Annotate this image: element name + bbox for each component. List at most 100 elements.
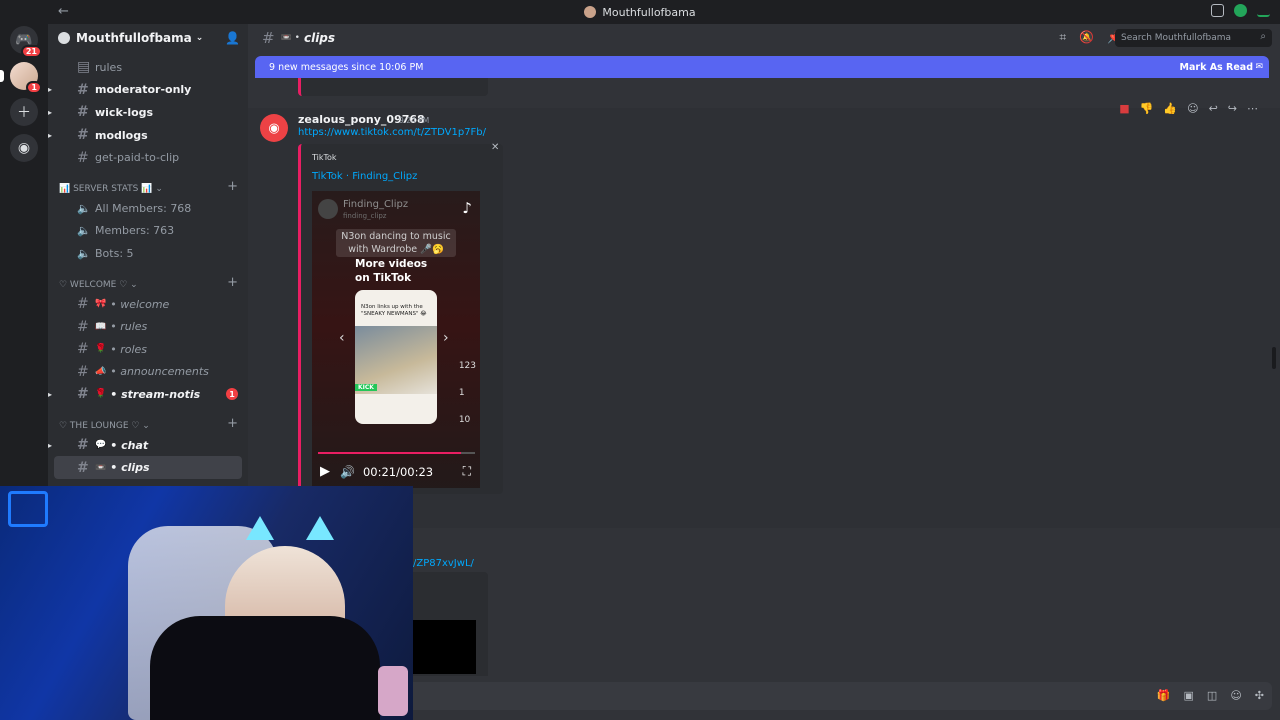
window-title: Mouthfullofbama: [602, 5, 696, 19]
direct-messages-button[interactable]: 🎮 21: [10, 26, 42, 58]
category-welcome[interactable]: ♡ WELCOME ♡ ⌄ +: [48, 271, 248, 293]
chevron-left-icon[interactable]: ‹: [339, 330, 345, 346]
channel-welcome[interactable]: # 🎀 • welcome: [48, 293, 248, 316]
back-arrow-icon[interactable]: ←: [58, 4, 69, 19]
progress-fill: [318, 452, 461, 454]
hash-icon: #: [77, 127, 89, 144]
heart-reaction-icon[interactable]: ■: [1119, 102, 1129, 115]
reply-icon[interactable]: ↩: [1209, 102, 1218, 115]
video-progress-bar[interactable]: [318, 452, 475, 454]
message-row[interactable]: ◉ zealous_pony_09768 9:24 PM https://www…: [248, 102, 1280, 528]
search-input[interactable]: Search Mouthfullofbama ⌕: [1115, 29, 1272, 47]
voice-all-members[interactable]: 🔈 All Members: 768: [48, 197, 248, 220]
mention-badge: 1: [226, 388, 238, 401]
message-link-2[interactable]: /ZP87xvJwL/: [413, 558, 474, 569]
more-options-icon[interactable]: ⋯: [1247, 102, 1258, 115]
voice-bots[interactable]: 🔈 Bots: 5: [48, 242, 248, 265]
server-icon-mouthfullofbama[interactable]: 1: [0, 62, 42, 94]
unread-indicator: ▸: [48, 107, 53, 117]
threads-icon[interactable]: ⌗: [1059, 30, 1066, 45]
chevron-right-icon[interactable]: ›: [443, 330, 449, 346]
channel-rules[interactable]: # 📖 • rules: [48, 315, 248, 338]
mark-as-read-button[interactable]: Mark As Read: [1180, 62, 1253, 73]
new-messages-bar[interactable]: 9 new messages since 10:06 PM Mark As Re…: [255, 56, 1269, 78]
help-icon[interactable]: [1234, 4, 1247, 17]
unread-indicator: ▸: [48, 440, 53, 450]
video-channel-name: Finding_Clipz: [343, 199, 409, 210]
unread-indicator: ▸: [48, 85, 53, 95]
second-embed: [410, 572, 488, 682]
volume-icon[interactable]: 🔊: [340, 465, 355, 479]
hash-icon: #: [77, 81, 89, 98]
embed-title[interactable]: TikTok · Finding_Clipz: [312, 171, 417, 182]
guild-header[interactable]: Mouthfullofbama ⌄ 👤: [48, 24, 248, 52]
tiktok-channel-avatar: [318, 199, 338, 219]
message-scrollbar[interactable]: [1272, 347, 1276, 369]
channel-stream-notis[interactable]: ▸ # 🌹 • stream-notis 1: [48, 383, 248, 406]
add-server-button[interactable]: ＋: [10, 98, 38, 126]
invite-people-icon[interactable]: 👤: [225, 31, 240, 45]
message-link[interactable]: https://www.tiktok.com/t/ZTDV1p7Fb/: [298, 127, 486, 138]
channel-get-paid-to-clip[interactable]: # get-paid-to-clip: [48, 146, 248, 169]
hash-icon: #: [262, 29, 275, 47]
titlebar: ← Mouthfullofbama: [0, 0, 1280, 24]
voice-members[interactable]: 🔈 Members: 763: [48, 220, 248, 243]
channel-label: announcements: [120, 365, 209, 379]
add-reaction-icon[interactable]: ☺: [1187, 102, 1198, 115]
add-channel-icon[interactable]: +: [227, 416, 238, 431]
channel-chat[interactable]: ▸ # 💬 • chat: [48, 434, 248, 457]
channel-wick-logs[interactable]: ▸ # wick-logs: [48, 101, 248, 124]
category-label: SERVER STATS: [73, 183, 139, 194]
second-embed-video[interactable]: [410, 620, 476, 674]
more-videos-heading: More videos on TikTok: [355, 258, 428, 284]
hash-icon: #: [77, 363, 89, 380]
channel-label: wick-logs: [95, 105, 154, 119]
channel-modlogs[interactable]: ▸ # modlogs: [48, 124, 248, 147]
channel-label: stream-notis: [121, 387, 201, 401]
inbox-icon[interactable]: [1211, 4, 1224, 17]
category-lounge[interactable]: ♡ THE LOUNGE ♡ ⌄ +: [48, 412, 248, 434]
separator: •: [110, 320, 121, 334]
channel-moderator-only[interactable]: ▸ # moderator-only: [48, 79, 248, 102]
add-channel-icon[interactable]: +: [227, 179, 238, 194]
suggested-video-card[interactable]: N3on links up with the "SNEAKY NEWMANS" …: [355, 290, 437, 424]
titlebar-actions: [1211, 4, 1270, 17]
explore-servers-button[interactable]: ◉: [10, 134, 38, 162]
apps-icon[interactable]: ✣: [1255, 689, 1264, 702]
channel-label: moderator-only: [95, 83, 192, 97]
speech-emoji-icon: 💬: [95, 440, 107, 451]
tiktok-logo-icon: ♪: [462, 199, 472, 217]
thumbs-up-reaction-icon[interactable]: 👍: [1163, 102, 1177, 115]
search-icon: ⌕: [1260, 31, 1266, 42]
tiktok-video-player[interactable]: Finding_Clipz finding_clipz ♪ N3on danci…: [312, 191, 480, 488]
video-controls: ▶ 🔊 00:21/00:23 ⛶: [320, 464, 477, 479]
emoji-icon[interactable]: ☺: [1230, 689, 1241, 702]
play-icon[interactable]: ▶: [320, 464, 330, 479]
comment-count: 1: [458, 388, 465, 398]
channel-clips[interactable]: # 📼 • clips: [54, 456, 242, 479]
gif-icon[interactable]: ▣: [1184, 689, 1194, 702]
forward-icon[interactable]: ↪: [1228, 102, 1237, 115]
fullscreen-icon[interactable]: ⛶: [463, 464, 471, 479]
hash-icon: #: [77, 296, 89, 313]
video-side-actions: 123 1 10: [459, 361, 476, 425]
download-icon[interactable]: [1257, 4, 1270, 17]
close-icon[interactable]: ✕: [491, 142, 499, 153]
hash-icon: #: [77, 459, 89, 476]
speaker-icon: 🔈: [77, 224, 91, 238]
thumbs-down-reaction-icon[interactable]: 👎: [1140, 102, 1154, 115]
stat-label: Bots: 5: [95, 246, 134, 260]
mute-bell-icon[interactable]: 🔕: [1079, 30, 1094, 45]
book-emoji-icon: 📖: [95, 321, 107, 332]
channel-label: rules: [95, 60, 123, 74]
speaker-icon: 🔈: [77, 201, 91, 215]
gift-icon[interactable]: 🎁: [1157, 689, 1171, 702]
channel-announcements[interactable]: # 📣 • announcements: [48, 361, 248, 384]
server-avatar-icon: [584, 6, 597, 18]
channel-roles[interactable]: # 🌹 • roles: [48, 338, 248, 361]
discord-avatar-icon[interactable]: ◉: [260, 114, 288, 142]
sticker-icon[interactable]: ◫: [1207, 689, 1217, 702]
add-channel-icon[interactable]: +: [227, 275, 238, 290]
category-server-stats[interactable]: 📊 SERVER STATS 📊 ⌄ +: [48, 175, 248, 197]
channel-rules-top[interactable]: ▤ rules: [48, 56, 248, 79]
